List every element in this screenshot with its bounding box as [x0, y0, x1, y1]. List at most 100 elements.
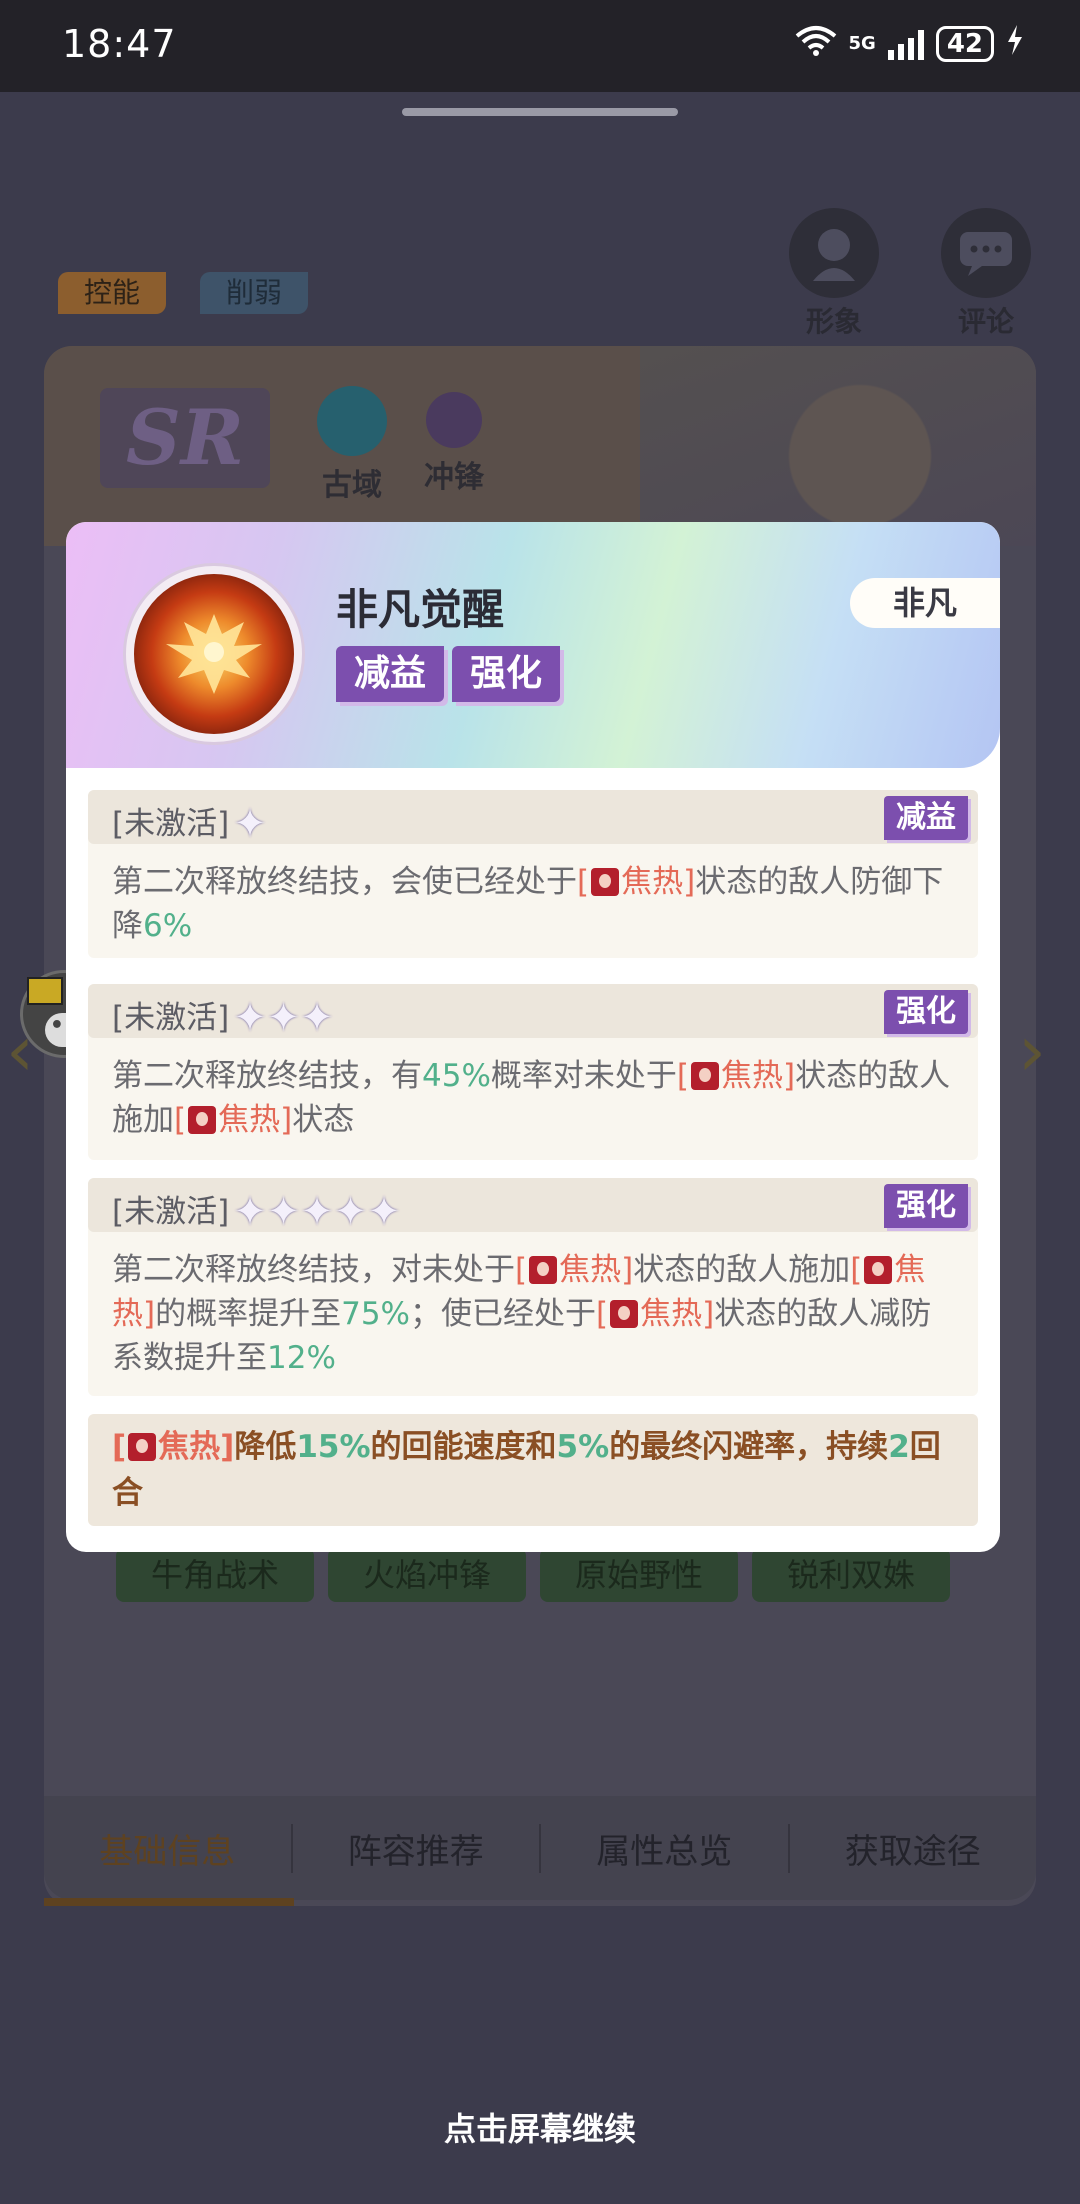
appearance-label: 形象: [805, 305, 862, 338]
character-portrait: [640, 346, 1036, 546]
role-tag-weaken: 削弱: [200, 272, 309, 314]
burn-label: 焦热: [621, 864, 684, 900]
faction-item-ancient: 古域: [312, 386, 392, 504]
star-icon: ✦: [266, 1189, 301, 1235]
effect-head: [未激活] ✦✦✦✦✦ 强化: [88, 1178, 978, 1232]
text-segment: 第二次释放终结技，对未处于: [112, 1252, 515, 1288]
role-tag-control: 控能: [58, 272, 167, 314]
effect-description: 第二次释放终结技，有45%概率对未处于[焦热]状态的敌人施加[焦热]状态: [88, 1038, 978, 1158]
burn-icon: [610, 1300, 639, 1328]
star-icon: ✦: [233, 1189, 267, 1235]
status-time: 18:47: [62, 22, 177, 66]
text-segment: 概率对未处于: [490, 1058, 677, 1094]
value-highlight: 5%: [556, 1429, 610, 1465]
star-icon: ✦: [300, 1189, 334, 1235]
wifi-icon: [795, 24, 837, 63]
text-segment: 的回能速度和: [370, 1429, 557, 1465]
burn-label: 焦热: [559, 1252, 622, 1288]
text-segment: 第二次释放终结技，有: [112, 1058, 422, 1094]
star-icon: ✦: [333, 1189, 368, 1235]
faction-item-charge: 冲锋: [414, 386, 494, 496]
value-highlight: 12%: [267, 1340, 336, 1376]
portrait-icon: [789, 208, 879, 298]
burn-label: 焦热: [218, 1102, 281, 1138]
star-rating: ✦✦✦: [233, 995, 334, 1041]
tab-obtain[interactable]: 获取途径: [790, 1824, 1037, 1873]
burn-status-ref: [焦热]: [577, 864, 696, 900]
burn-status-ref: [焦热]: [174, 1102, 293, 1138]
star-icon: ✦: [233, 995, 267, 1041]
status-text: [未激活]: [112, 1194, 230, 1230]
star-icon: ✦: [300, 995, 334, 1041]
skill-title: 非凡觉醒: [336, 585, 505, 634]
burn-icon: [188, 1106, 217, 1134]
burn-icon: [591, 868, 620, 896]
modal-header: 非凡觉醒 减益 强化 非凡: [66, 522, 1000, 768]
tag-enhance: 强化: [452, 646, 561, 702]
value-highlight: 15%: [296, 1429, 371, 1465]
status-bar: 18:47 5G 42: [0, 0, 1080, 92]
burn-icon: [529, 1256, 558, 1284]
tap-to-continue-hint[interactable]: 点击屏幕继续: [0, 2104, 1080, 2150]
effect-status: [未激活] ✦: [112, 798, 267, 845]
text-segment: 第二次释放终结技，会使已经处于: [112, 864, 577, 900]
burn-status-ref: [焦热]: [596, 1296, 715, 1332]
comments-button[interactable]: 评论: [938, 208, 1034, 340]
chevron-right-icon[interactable]: ›: [1018, 1010, 1046, 1092]
sheet-grab-handle[interactable]: [402, 108, 678, 116]
burn-icon: [864, 1256, 893, 1284]
burn-icon: [691, 1062, 720, 1090]
effect-tag: 减益: [884, 796, 968, 840]
tab-lineup[interactable]: 阵容推荐: [293, 1823, 541, 1873]
effect-status: [未激活] ✦✦✦✦✦: [112, 1186, 401, 1233]
skill-type-tags: 减益 强化: [336, 646, 561, 702]
effect-tag: 强化: [884, 1184, 968, 1228]
appearance-button[interactable]: 形象: [786, 208, 882, 340]
text-segment: ；使已经处于: [410, 1296, 597, 1332]
star-rating: ✦: [233, 801, 267, 847]
tab-attributes[interactable]: 属性总览: [541, 1823, 790, 1873]
comments-label: 评论: [957, 305, 1014, 338]
faction-label: 古域: [322, 468, 382, 503]
burn-label: 焦热: [721, 1058, 784, 1094]
effect-block-3: [未激活] ✦✦✦✦✦ 强化 第二次释放终结技，对未处于[焦热]状态的敌人施加[焦…: [88, 1178, 978, 1396]
text-segment: 的概率提升至: [155, 1296, 342, 1332]
star-icon: ✦: [367, 1189, 401, 1235]
burn-label: 焦热: [640, 1296, 703, 1332]
signal-icon: [887, 28, 924, 60]
charging-icon: [1006, 25, 1024, 62]
effect-head: [未激活] ✦✦✦ 强化: [88, 984, 978, 1038]
network-type: 5G: [848, 33, 876, 54]
skill-detail-modal[interactable]: 非凡觉醒 减益 强化 非凡 [未激活] ✦ 减益 第二次释放终结技，会使已经处于[…: [66, 522, 1000, 1552]
effect-block-2: [未激活] ✦✦✦ 强化 第二次释放终结技，有45%概率对未处于[焦热]状态的敌人…: [88, 984, 978, 1160]
effect-status: [未激活] ✦✦✦: [112, 992, 334, 1039]
star-icon: ✦: [233, 801, 267, 847]
burn-icon: [128, 1433, 157, 1461]
comment-icon: [941, 208, 1031, 298]
skill-chip-2[interactable]: 火焰冲锋: [328, 1548, 526, 1602]
effect-description: 第二次释放终结技，会使已经处于[焦热]状态的敌人防御下降6%: [88, 844, 978, 964]
value-highlight: 6%: [143, 908, 193, 944]
star-rating: ✦✦✦✦✦: [233, 1189, 401, 1235]
skill-chip-4[interactable]: 锐利双姝: [752, 1548, 950, 1602]
skill-chip-3[interactable]: 原始野性: [540, 1548, 738, 1602]
status-text: [未激活]: [112, 1000, 230, 1036]
mail-icon: [27, 977, 63, 1005]
text-segment: 状态: [292, 1102, 355, 1138]
burn-status-ref: [焦热]: [112, 1429, 235, 1465]
rarity-badge: SR: [100, 388, 270, 488]
skill-chip-1[interactable]: 牛角战术: [116, 1548, 314, 1602]
burn-status-ref: [焦热]: [515, 1252, 634, 1288]
tab-basic-info[interactable]: 基础信息: [44, 1823, 293, 1873]
value-highlight: 2: [888, 1429, 910, 1465]
phoenix-skill-icon: [126, 566, 302, 742]
effect-head: [未激活] ✦ 减益: [88, 790, 978, 844]
rarity-pill: 非凡: [850, 578, 1000, 628]
burn-status-ref: [焦热]: [676, 1058, 796, 1094]
text-segment: 状态的敌人施加: [633, 1252, 851, 1288]
burn-status-note: [焦热]降低15%的回能速度和5%的最终闪避率，持续2回合: [88, 1414, 978, 1526]
active-tab-indicator: [44, 1898, 294, 1906]
text-segment: 的最终闪避率，持续: [609, 1429, 889, 1465]
text-segment: 降低: [234, 1429, 297, 1465]
faction-label: 冲锋: [424, 460, 484, 495]
